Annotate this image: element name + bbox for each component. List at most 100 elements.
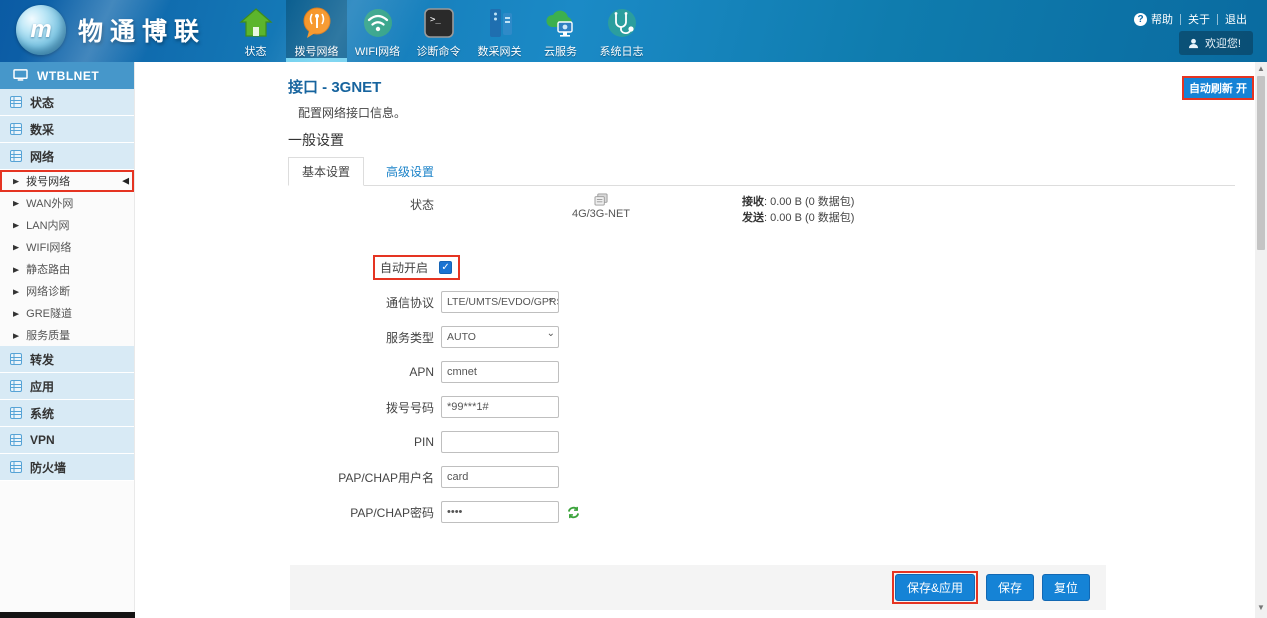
sidebar-item-label: WIFI网络 — [26, 239, 71, 255]
grid-icon — [10, 380, 22, 392]
welcome-badge: 欢迎您! — [1179, 31, 1253, 55]
nav-label: 系统日志 — [600, 43, 644, 59]
sidebar-item-gre-tunnel[interactable]: ▶ GRE隧道 — [0, 302, 134, 324]
home-icon — [238, 5, 274, 41]
nav-item-dial-network[interactable]: 拨号网络 — [286, 0, 347, 62]
about-link[interactable]: 关于 — [1188, 11, 1210, 27]
sidebar-item-lan[interactable]: ▶ LAN内网 — [0, 214, 134, 236]
welcome-text: 欢迎您! — [1205, 35, 1241, 51]
sidebar-item-label: 服务质量 — [26, 327, 70, 343]
scroll-down-icon[interactable]: ▼ — [1255, 602, 1267, 614]
pin-input[interactable] — [441, 431, 559, 453]
tab-bar: 基本设置 高级设置 — [288, 161, 1235, 186]
nav-item-status[interactable]: 状态 — [225, 0, 286, 62]
divider — [1217, 14, 1218, 25]
sidebar-item-application[interactable]: 应用 — [0, 373, 134, 400]
nav-item-wifi-network[interactable]: WIFI网络 — [347, 0, 408, 62]
sidebar-item-label: 数采 — [30, 121, 54, 138]
sidebar-item-net-diagnose[interactable]: ▶ 网络诊断 — [0, 280, 134, 302]
triangle-icon: ▶ — [13, 309, 19, 317]
protocol-value: LTE/UMTS/EVDO/GPRS — [447, 296, 559, 308]
pap-user-label: PAP/CHAP用户名 — [136, 469, 441, 486]
grid-icon — [10, 434, 22, 446]
auto-start-checkbox[interactable]: ✓ — [439, 261, 452, 274]
sidebar-item-status[interactable]: 状态 — [0, 89, 134, 116]
sidebar-item-wan[interactable]: ▶ WAN外网 — [0, 192, 134, 214]
scrollbar-thumb[interactable] — [1257, 76, 1265, 250]
apn-label: APN — [136, 365, 441, 379]
auto-refresh-toggle[interactable]: 自动刷新 开 — [1182, 76, 1254, 100]
sidebar-item-qos[interactable]: ▶ 服务质量 — [0, 324, 134, 346]
logout-link[interactable]: 退出 — [1225, 11, 1247, 27]
apn-input[interactable] — [441, 361, 559, 383]
pin-row: PIN — [136, 431, 856, 453]
current-marker-icon: ◀ — [122, 176, 129, 187]
svg-text:>_: >_ — [430, 15, 441, 25]
service-type-select[interactable]: AUTO ⌄ — [441, 326, 559, 348]
main-content: 自动刷新 开 接口 - 3GNET 配置网络接口信息。 一般设置 基本设置 高级… — [136, 62, 1255, 618]
sidebar-item-system[interactable]: 系统 — [0, 400, 134, 427]
help-link[interactable]: ?帮助 — [1134, 11, 1173, 27]
rx-line: 接收: 0.00 B (0 数据包) — [742, 194, 854, 210]
chevron-down-icon: ⌄ — [547, 328, 555, 339]
triangle-icon: ▶ — [13, 177, 19, 185]
grid-icon — [10, 150, 22, 162]
pin-label: PIN — [136, 435, 441, 449]
sidebar-item-label: 拨号网络 — [26, 173, 70, 189]
apn-row: APN — [136, 361, 856, 383]
sidebar-item-label: 静态路由 — [26, 261, 70, 277]
refresh-icon[interactable] — [567, 506, 580, 519]
grid-icon — [10, 96, 22, 108]
nav-item-system-log[interactable]: 系统日志 — [591, 0, 652, 62]
nav-item-data-gateway[interactable]: 数采网关 — [469, 0, 530, 62]
sidebar-item-label: 系统 — [30, 405, 54, 422]
protocol-select[interactable]: LTE/UMTS/EVDO/GPRS ⌄ — [441, 291, 559, 313]
sidebar-item-wifi[interactable]: ▶ WIFI网络 — [0, 236, 134, 258]
tab-advanced-settings[interactable]: 高级设置 — [373, 158, 447, 185]
user-icon — [1188, 38, 1199, 49]
sidebar-item-label: 网络诊断 — [26, 283, 70, 299]
pap-pass-input[interactable] — [441, 501, 559, 523]
sidebar: WTBLNET 状态 数采 网络 ▶ 拨号网络 ◀ ▶ WAN外网 ▶ LAN内… — [0, 62, 135, 618]
triangle-icon: ▶ — [13, 331, 19, 339]
triangle-icon: ▶ — [13, 287, 19, 295]
grid-icon — [10, 353, 22, 365]
sidebar-item-vpn[interactable]: VPN — [0, 427, 134, 454]
sidebar-item-dial-network[interactable]: ▶ 拨号网络 ◀ — [0, 170, 134, 192]
pap-user-input[interactable] — [441, 466, 559, 488]
pap-pass-row: PAP/CHAP密码 — [136, 501, 856, 523]
page-title: 接口 - 3GNET — [288, 76, 381, 97]
sidebar-title-text: WTBLNET — [37, 69, 99, 83]
sidebar-item-label: VPN — [30, 433, 55, 447]
protocol-row: 通信协议 LTE/UMTS/EVDO/GPRS ⌄ — [136, 291, 856, 313]
vertical-scrollbar[interactable]: ▲ ▼ — [1255, 62, 1267, 618]
sidebar-item-forward[interactable]: 转发 — [0, 346, 134, 373]
dial-number-input[interactable] — [441, 396, 559, 418]
reset-button[interactable]: 复位 — [1042, 574, 1090, 601]
dial-network-icon — [299, 5, 335, 41]
sidebar-item-label: 应用 — [30, 378, 54, 395]
nav-item-diagnostic-command[interactable]: >_ 诊断命令 — [408, 0, 469, 62]
sidebar-item-data-collect[interactable]: 数采 — [0, 116, 134, 143]
settings-form: 自动开启 ✓ 通信协议 LTE/UMTS/EVDO/GPRS ⌄ 服务类型 AU… — [136, 256, 856, 536]
annotation-auto-start: 自动开启 ✓ — [373, 255, 460, 280]
logo-sphere-icon: m — [16, 5, 66, 55]
pap-user-row: PAP/CHAP用户名 — [136, 466, 856, 488]
sidebar-item-firewall[interactable]: 防火墙 — [0, 454, 134, 481]
help-icon: ? — [1134, 13, 1147, 26]
sidebar-item-label: 防火墙 — [30, 459, 66, 476]
sidebar-item-static-route[interactable]: ▶ 静态路由 — [0, 258, 134, 280]
gateway-icon — [482, 5, 518, 41]
wifi-icon — [360, 5, 396, 41]
nav-item-cloud-service[interactable]: 云服务 — [530, 0, 591, 62]
sidebar-title: WTBLNET — [0, 62, 134, 89]
save-apply-button[interactable]: 保存&应用 — [895, 574, 975, 601]
save-button[interactable]: 保存 — [986, 574, 1034, 601]
tab-basic-settings[interactable]: 基本设置 — [288, 157, 364, 186]
monitor-icon — [13, 69, 28, 82]
scroll-up-icon[interactable]: ▲ — [1255, 63, 1267, 75]
sidebar-item-network[interactable]: 网络 — [0, 143, 134, 170]
action-bar: 保存&应用 保存 复位 — [290, 565, 1106, 610]
top-header: m 物通博联 状态 拨号网络 WIFI网络 — [0, 0, 1267, 62]
nav-label: WIFI网络 — [355, 43, 400, 59]
